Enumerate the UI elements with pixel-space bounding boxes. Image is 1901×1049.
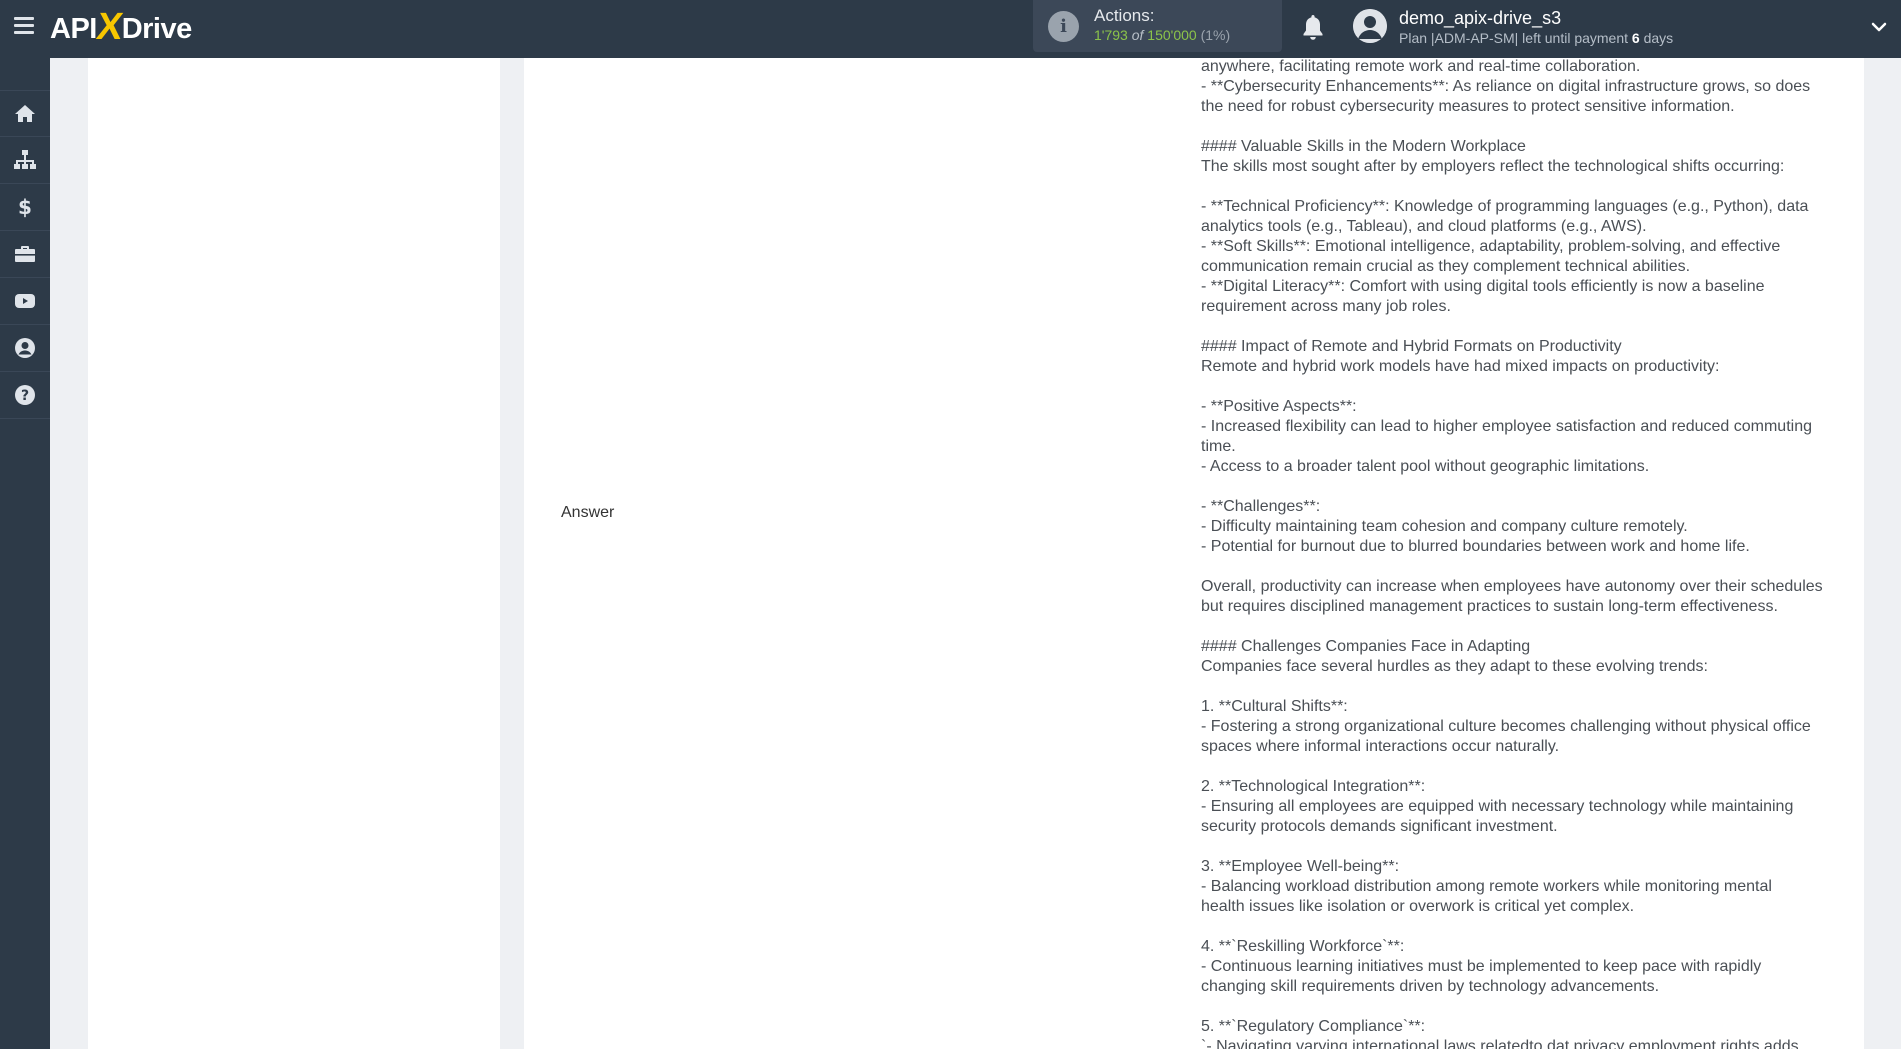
- answer-line: [1201, 557, 1841, 577]
- home-icon: [15, 104, 35, 122]
- answer-line: #### Impact of Remote and Hybrid Formats…: [1201, 338, 1622, 355]
- answer-line: - **Cybersecurity Enhancements**: As rel…: [1201, 78, 1811, 95]
- main-content-panel: Answer anywhere, facilitating remote wor…: [524, 58, 1864, 1049]
- answer-line: communication remain crucial as they com…: [1201, 258, 1691, 275]
- answer-line: `- Navigating varying international laws…: [1201, 1038, 1799, 1049]
- answer-line: [1201, 117, 1841, 137]
- plan-prefix: Plan |ADM-AP-SM| left until payment: [1399, 30, 1629, 46]
- answer-line: [1201, 317, 1841, 337]
- answer-line: - **Soft Skills**: Emotional intelligenc…: [1201, 238, 1781, 255]
- answer-line: but requires disciplined management prac…: [1201, 598, 1778, 615]
- answer-line: - **Technical Proficiency**: Knowledge o…: [1201, 198, 1809, 215]
- answer-line: security protocols demands significant i…: [1201, 818, 1558, 835]
- actions-label: Actions:: [1094, 6, 1155, 25]
- sidebar-item-connections[interactable]: [0, 137, 50, 184]
- logo-drive-text: Drive: [121, 12, 193, 45]
- answer-value-text: anywhere, facilitating remote work and r…: [1201, 58, 1841, 1049]
- sidebar: $ ?: [0, 58, 50, 1049]
- sidebar-item-help[interactable]: ?: [0, 372, 50, 419]
- apix-drive-logo[interactable]: API X Drive: [50, 5, 193, 50]
- answer-line: the need for robust cybersecurity measur…: [1201, 98, 1735, 115]
- chevron-down-icon[interactable]: [1870, 18, 1888, 36]
- answer-line: [1201, 997, 1841, 1017]
- youtube-icon: [15, 294, 35, 308]
- answer-line: - Continuous learning initiatives must b…: [1201, 958, 1762, 975]
- svg-text:?: ?: [21, 388, 29, 404]
- answer-line: - Increased flexibility can lead to high…: [1201, 418, 1812, 435]
- actions-total: 150'000: [1147, 27, 1197, 43]
- user-icon: [15, 338, 35, 358]
- actions-count: 1'793 of 150'000 (1%): [1094, 27, 1230, 43]
- answer-line: - **Positive Aspects**:: [1201, 398, 1357, 415]
- info-icon[interactable]: i: [1048, 11, 1079, 42]
- answer-line: health issues like isolation or overwork…: [1201, 898, 1635, 915]
- answer-line: time.: [1201, 438, 1236, 455]
- answer-line: anywhere, facilitating remote work and r…: [1201, 58, 1641, 75]
- answer-line: - Balancing workload distribution among …: [1201, 878, 1772, 895]
- actions-of: of: [1131, 27, 1144, 43]
- bell-icon[interactable]: [1301, 13, 1325, 41]
- answer-line: - Access to a broader talent pool withou…: [1201, 458, 1650, 475]
- answer-line: [1201, 837, 1841, 857]
- answer-line: [1201, 477, 1841, 497]
- sidebar-item-profile[interactable]: [0, 325, 50, 372]
- answer-line: [1201, 177, 1841, 197]
- logo-x-text: X: [93, 5, 125, 48]
- answer-line: 2. **Technological Integration**:: [1201, 778, 1426, 795]
- sidebar-item-billing[interactable]: $: [0, 184, 50, 231]
- answer-line: changing skill requirements driven by te…: [1201, 978, 1660, 995]
- answer-line: #### Challenges Companies Face in Adapti…: [1201, 638, 1531, 655]
- user-avatar-icon[interactable]: [1353, 9, 1387, 43]
- dollar-icon: $: [18, 195, 32, 219]
- user-name[interactable]: demo_apix-drive_s3: [1399, 8, 1561, 29]
- answer-line: #### Valuable Skills in the Modern Workp…: [1201, 138, 1526, 155]
- answer-line: Companies face several hurdles as they a…: [1201, 658, 1708, 675]
- answer-line: 1. **Cultural Shifts**:: [1201, 698, 1348, 715]
- answer-line: [1201, 917, 1841, 937]
- answer-line: [1201, 617, 1841, 637]
- left-panel: [88, 58, 500, 1049]
- answer-line: requirement across many job roles.: [1201, 298, 1451, 315]
- sidebar-item-services[interactable]: [0, 231, 50, 278]
- answer-line: [1201, 677, 1841, 697]
- sidebar-item-home[interactable]: [0, 90, 50, 137]
- actions-used: 1'793: [1094, 27, 1128, 43]
- answer-line: Overall, productivity can increase when …: [1201, 578, 1823, 595]
- logo-api-text: API: [50, 12, 97, 45]
- svg-text:$: $: [18, 195, 32, 219]
- sidebar-item-videos[interactable]: [0, 278, 50, 325]
- top-bar: API X Drive i Actions: 1'793 of 150'000 (1…: [0, 0, 1901, 58]
- actions-percent: (1%): [1200, 27, 1231, 43]
- hamburger-menu-icon[interactable]: [14, 17, 34, 35]
- plan-days-count: 6: [1631, 30, 1640, 46]
- answer-line: 4. **`Reskilling Workforce`**:: [1201, 938, 1405, 955]
- plan-days-suffix: days: [1643, 30, 1674, 46]
- answer-line: spaces where informal interactions occur…: [1201, 738, 1560, 755]
- sitemap-icon: [14, 150, 36, 169]
- answer-line: - **Challenges**:: [1201, 498, 1321, 515]
- answer-line: analytics tools (e.g., Tableau), and clo…: [1201, 218, 1647, 235]
- user-plan-info: Plan |ADM-AP-SM| left until payment 6 da…: [1399, 30, 1673, 46]
- answer-line: Remote and hybrid work models have had m…: [1201, 358, 1720, 375]
- answer-line: 3. **Employee Well-being**:: [1201, 858, 1400, 875]
- answer-line: - Fostering a strong organizational cult…: [1201, 718, 1811, 735]
- answer-line: The skills most sought after by employer…: [1201, 158, 1785, 175]
- answer-line: - Difficulty maintaining team cohesion a…: [1201, 518, 1688, 535]
- actions-counter: i Actions: 1'793 of 150'000 (1%): [1033, 0, 1282, 52]
- help-icon: ?: [15, 385, 35, 405]
- answer-line: [1201, 757, 1841, 777]
- answer-line: - Potential for burnout due to blurred b…: [1201, 538, 1750, 555]
- answer-line: [1201, 377, 1841, 397]
- answer-line: 5. **`Regulatory Compliance`**:: [1201, 1018, 1426, 1035]
- answer-line: - **Digital Literacy**: Comfort with usi…: [1201, 278, 1765, 295]
- answer-field-label: Answer: [561, 504, 615, 521]
- briefcase-icon: [15, 246, 35, 262]
- answer-line: - Ensuring all employees are equipped wi…: [1201, 798, 1794, 815]
